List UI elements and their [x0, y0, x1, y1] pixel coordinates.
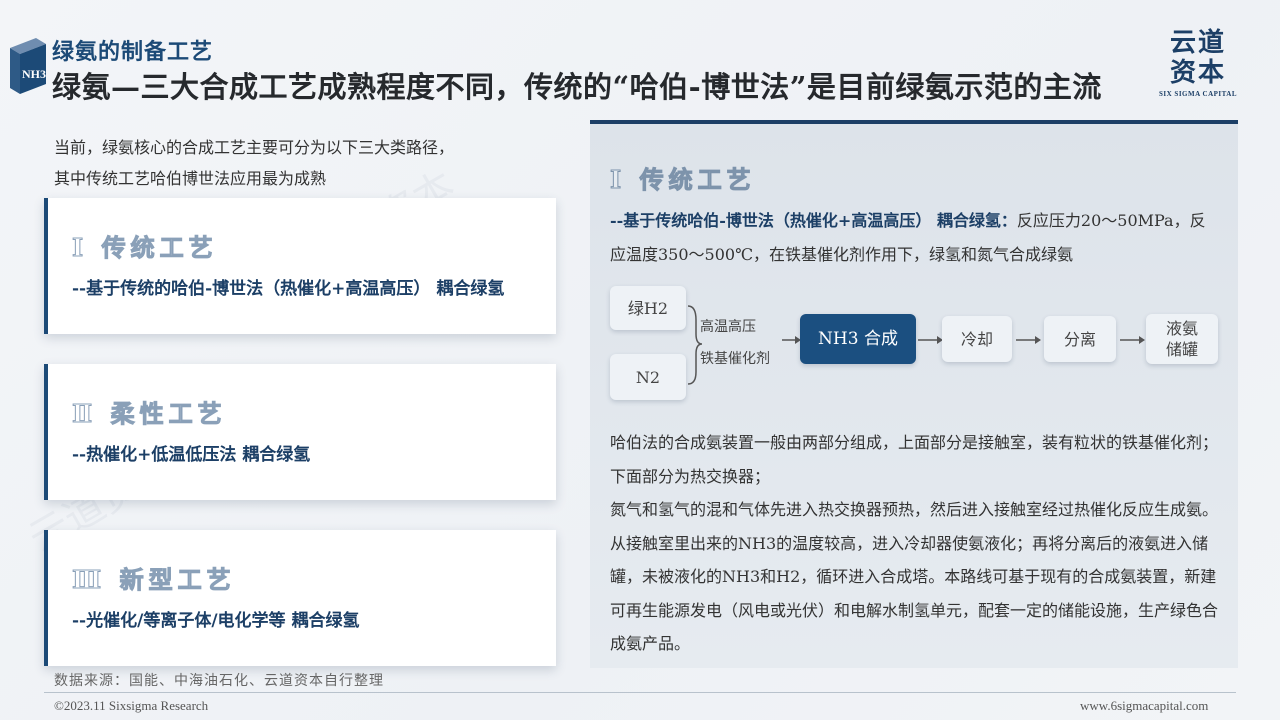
flow-condition-iron-catalyst: 铁基催化剂	[700, 351, 770, 367]
svg-text:NH3: NH3	[22, 67, 46, 81]
flow-step-label: 液氨	[1165, 319, 1198, 338]
detail-panel: Ⅰ 传统工艺 --基于传统哈伯-博世法（热催化+高温高压） 耦合绿氢：反应压力2…	[590, 120, 1238, 668]
flow-arrow-icon	[1120, 336, 1145, 344]
card-description: --热催化+低温低压法 耦合绿氢	[72, 445, 311, 465]
data-source: 数据来源：国能、中海油石化、云道资本自行整理	[54, 673, 384, 689]
brand-name-line2: 资本	[1169, 58, 1226, 88]
flow-step-nh3-synthesis: NH3 合成	[800, 314, 916, 364]
panel-description: --基于传统哈伯-博世法（热催化+高温高压） 耦合绿氢：反应压力20～50MPa…	[610, 204, 1220, 272]
section-subtitle: 绿氨的制备工艺	[52, 39, 214, 65]
card-heading: Ⅰ 传统工艺	[72, 233, 218, 263]
flow-step-liquid-ammonia-tank: 液氨 储罐	[1146, 314, 1218, 364]
website-link[interactable]: www.6sigmacapital.com	[1080, 698, 1208, 714]
intro-line-1: 当前，绿氨核心的合成工艺主要可分为以下三大类路径，	[54, 138, 455, 157]
brand-english-name: SIX SIGMA CAPITAL	[1159, 90, 1237, 98]
panel-paragraph: 氮气和氢气的混和气体先进入热交换器预热，然后进入接触室经过热催化反应生成氨。从接…	[610, 500, 1219, 653]
card-heading: Ⅱ 柔性工艺	[72, 399, 227, 429]
flow-step-cooling: 冷却	[942, 316, 1012, 362]
card-flexible-process: Ⅱ 柔性工艺 --热催化+低温低压法 耦合绿氢	[44, 364, 556, 500]
footer-divider	[44, 692, 1236, 693]
panel-description-bold: --基于传统哈伯-博世法（热催化+高温高压） 耦合绿氢：	[610, 211, 1017, 230]
intro-text: 当前，绿氨核心的合成工艺主要可分为以下三大类路径， 其中传统工艺哈伯博世法应用最…	[54, 132, 534, 194]
flow-step-label: 储罐	[1165, 340, 1198, 359]
card-new-process: Ⅲ 新型工艺 --光催化/等离子体/电化学等 耦合绿氢	[44, 530, 556, 666]
card-description: --基于传统的哈伯-博世法（热催化+高温高压） 耦合绿氢	[72, 279, 505, 299]
card-heading: Ⅲ 新型工艺	[72, 565, 236, 595]
flow-condition-high-temp-pressure: 高温高压	[700, 319, 756, 335]
panel-paragraph: 哈伯法的合成氨装置一般由两部分组成，上面部分是接触室，装有粒状的铁基催化剂；下面…	[610, 433, 1219, 486]
flow-merge-bracket	[687, 305, 703, 385]
flow-step-separation: 分离	[1044, 316, 1116, 362]
card-traditional-process: Ⅰ 传统工艺 --基于传统的哈伯-博世法（热催化+高温高压） 耦合绿氢	[44, 198, 556, 334]
page-title: 绿氨—三大合成工艺成熟程度不同，传统的“哈伯-博世法”是目前绿氨示范的主流	[52, 70, 1102, 104]
flow-arrow-icon	[918, 336, 943, 344]
intro-line-2: 其中传统工艺哈伯博世法应用最为成熟	[54, 169, 327, 188]
flow-arrow-icon	[782, 336, 801, 344]
flow-arrow-icon	[1016, 336, 1041, 344]
flow-input-n2: N2	[610, 354, 686, 400]
nh3-cube-icon: NH3	[10, 38, 46, 94]
brand-logo: 云道 资本 SIX SIGMA CAPITAL	[1158, 28, 1238, 104]
panel-body-text: 哈伯法的合成氨装置一般由两部分组成，上面部分是接触室，装有粒状的铁基催化剂；下面…	[610, 426, 1222, 661]
brand-name-line1: 云道	[1169, 28, 1226, 58]
flow-input-green-h2: 绿H2	[610, 286, 686, 330]
copyright: ©2023.11 Sixsigma Research	[54, 698, 209, 713]
panel-heading: Ⅰ 传统工艺	[610, 165, 756, 195]
card-description: --光催化/等离子体/电化学等 耦合绿氢	[72, 611, 360, 631]
